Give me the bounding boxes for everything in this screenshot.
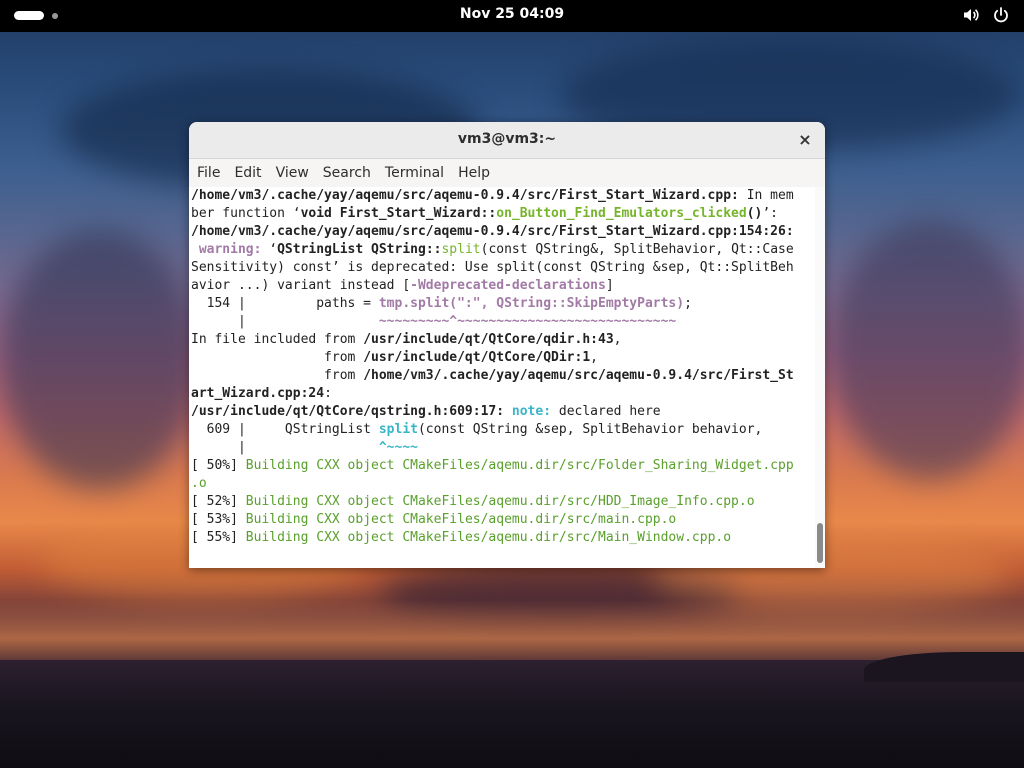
terminal-line: [ 55%] Building CXX object CMakeFiles/aq… xyxy=(191,529,817,547)
terminal-text-segment: art_Wizard.cpp:24 xyxy=(191,386,325,401)
terminal-line: ber function ‘void First_Start_Wizard::o… xyxy=(191,205,817,223)
terminal-text-segment: split xyxy=(441,242,481,257)
terminal-text-segment: ‘ xyxy=(269,242,278,257)
terminal-line: 609 | QStringList split(const QString &s… xyxy=(191,421,817,439)
terminal-text-segment: Building CXX object CMakeFiles/aqemu.dir… xyxy=(245,458,794,473)
system-tray[interactable] xyxy=(962,6,1010,24)
terminal-line: art_Wizard.cpp:24: xyxy=(191,385,817,403)
terminal-text-segment: , xyxy=(613,332,622,347)
terminal-line: | ~~~~~~~~~^~~~~~~~~~~~~~~~~~~~~~~~~~~~~ xyxy=(191,313,817,331)
window-title: vm3@vm3:~ xyxy=(457,131,557,147)
top-bar: Nov 25 04:09 xyxy=(0,0,1024,32)
terminal-line: [ 52%] Building CXX object CMakeFiles/aq… xyxy=(191,493,817,511)
menu-search[interactable]: Search xyxy=(316,159,378,187)
terminal-text-segment: /usr/include/qt/QtCore/qstring.h:609:17: xyxy=(191,404,505,419)
terminal-line: Sensitivity) const’ is deprecated: Use s… xyxy=(191,259,817,277)
title-bar[interactable]: vm3@vm3:~ × xyxy=(189,122,825,159)
terminal-text-segment: ; xyxy=(684,296,692,311)
terminal-text-segment: tmp.split(":", QString::SkipEmptyParts) xyxy=(378,296,685,311)
terminal-text-segment: In mem xyxy=(738,188,794,203)
terminal-line: from /home/vm3/.cache/yay/aqemu/src/aqem… xyxy=(191,367,817,385)
terminal-output[interactable]: /home/vm3/.cache/yay/aqemu/src/aqemu-0.9… xyxy=(189,187,817,568)
terminal-text-segment: declared here xyxy=(558,404,661,419)
terminal-text-segment: [ 55%] xyxy=(191,530,246,545)
terminal-text-segment: (const QString &sep, SplitBehavior behav… xyxy=(417,422,763,437)
terminal-text-segment: [ 50%] xyxy=(191,458,246,473)
clock[interactable]: Nov 25 04:09 xyxy=(0,6,1024,22)
terminal-line: /home/vm3/.cache/yay/aqemu/src/aqemu-0.9… xyxy=(191,223,817,241)
terminal-text-segment: .o xyxy=(191,476,207,491)
terminal-line: .o xyxy=(191,475,817,493)
terminal-text-segment: from xyxy=(191,350,364,365)
terminal-text-segment: /home/vm3/.cache/yay/aqemu/src/aqemu-0.9… xyxy=(191,224,794,239)
terminal-text-segment: (const QString&, SplitBehavior, Qt::Case xyxy=(480,242,794,257)
terminal-text-segment: QStringList QString:: xyxy=(277,242,442,257)
terminal-line: [ 53%] Building CXX object CMakeFiles/aq… xyxy=(191,511,817,529)
menu-bar: File Edit View Search Terminal Help xyxy=(189,159,825,188)
scrollbar-thumb[interactable] xyxy=(817,523,823,563)
terminal-text-segment: 154 | paths = xyxy=(191,296,379,311)
volume-icon[interactable] xyxy=(962,6,980,24)
terminal-text-segment: /home/vm3/.cache/yay/aqemu/src/aqemu-0.9… xyxy=(191,188,739,203)
menu-view[interactable]: View xyxy=(269,159,316,187)
terminal-line: avior ...) variant instead [-Wdeprecated… xyxy=(191,277,817,295)
terminal-text-segment: : xyxy=(324,386,332,401)
terminal-text-segment: ^~~~~ xyxy=(378,440,418,455)
terminal-text-segment: | xyxy=(191,314,379,329)
terminal-text-segment: ~~~~~~~~~^~~~~~~~~~~~~~~~~~~~~~~~~~~~~ xyxy=(378,314,677,329)
terminal-text-segment: Building CXX object CMakeFiles/aqemu.dir… xyxy=(245,530,732,545)
menu-terminal[interactable]: Terminal xyxy=(378,159,451,187)
scrollbar-track[interactable] xyxy=(815,187,825,568)
terminal-text-segment: | xyxy=(191,440,379,455)
menu-file[interactable]: File xyxy=(190,159,227,187)
terminal-line: warning: ‘QStringList QString::split(con… xyxy=(191,241,817,259)
close-button[interactable]: × xyxy=(795,130,815,150)
terminal-text-segment: from xyxy=(191,368,364,383)
terminal-line: In file included from /usr/include/qt/Qt… xyxy=(191,331,817,349)
terminal-text-segment: avior ...) variant instead [ xyxy=(191,278,411,293)
terminal-text-segment: [ 52%] xyxy=(191,494,246,509)
terminal-text-segment: void First_Start_Wizard:: xyxy=(300,206,497,221)
terminal-text-segment: Building CXX object CMakeFiles/aqemu.dir… xyxy=(245,494,755,509)
terminal-text-segment: ] xyxy=(605,278,614,293)
terminal-text-segment: In file included from xyxy=(191,332,364,347)
terminal-text-segment: /home/vm3/.cache/yay/aqemu/src/aqemu-0.9… xyxy=(363,368,794,383)
terminal-text-segment: ’: xyxy=(762,206,779,221)
terminal-text-segment: Sensitivity) const’ is deprecated: Use s… xyxy=(191,260,794,275)
menu-help[interactable]: Help xyxy=(451,159,497,187)
terminal-line: /usr/include/qt/QtCore/qstring.h:609:17:… xyxy=(191,403,817,421)
power-icon[interactable] xyxy=(992,6,1010,24)
terminal-text-segment: Building CXX object CMakeFiles/aqemu.dir… xyxy=(245,512,677,527)
terminal-text-segment: -Wdeprecated-declarations xyxy=(410,278,606,293)
terminal-text-segment: /usr/include/qt/QtCore/qdir.h:43 xyxy=(363,332,614,347)
terminal-line: [ 50%] Building CXX object CMakeFiles/aq… xyxy=(191,457,817,475)
terminal-text-segment: [ 53%] xyxy=(191,512,246,527)
terminal-window[interactable]: vm3@vm3:~ × File Edit View Search Termin… xyxy=(189,122,825,568)
terminal-text-segment: () xyxy=(746,206,763,221)
terminal-text-segment: note: xyxy=(504,404,559,419)
terminal-text-segment: /usr/include/qt/QtCore/QDir:1 xyxy=(363,350,591,365)
terminal-line: | ^~~~~ xyxy=(191,439,817,457)
terminal-text-segment: ber function ‘ xyxy=(191,206,301,221)
terminal-line: 154 | paths = tmp.split(":", QString::Sk… xyxy=(191,295,817,313)
terminal-text-segment: 609 | QStringList xyxy=(191,422,379,437)
terminal-text-segment: on_Button_Find_Emulators_clicked xyxy=(496,206,747,221)
terminal-text-segment: warning: xyxy=(191,242,270,257)
terminal-line: from /usr/include/qt/QtCore/QDir:1, xyxy=(191,349,817,367)
terminal-text-segment: , xyxy=(590,350,598,365)
terminal-line: /home/vm3/.cache/yay/aqemu/src/aqemu-0.9… xyxy=(191,187,817,205)
menu-edit[interactable]: Edit xyxy=(227,159,268,187)
terminal-text-segment: split xyxy=(378,422,418,437)
